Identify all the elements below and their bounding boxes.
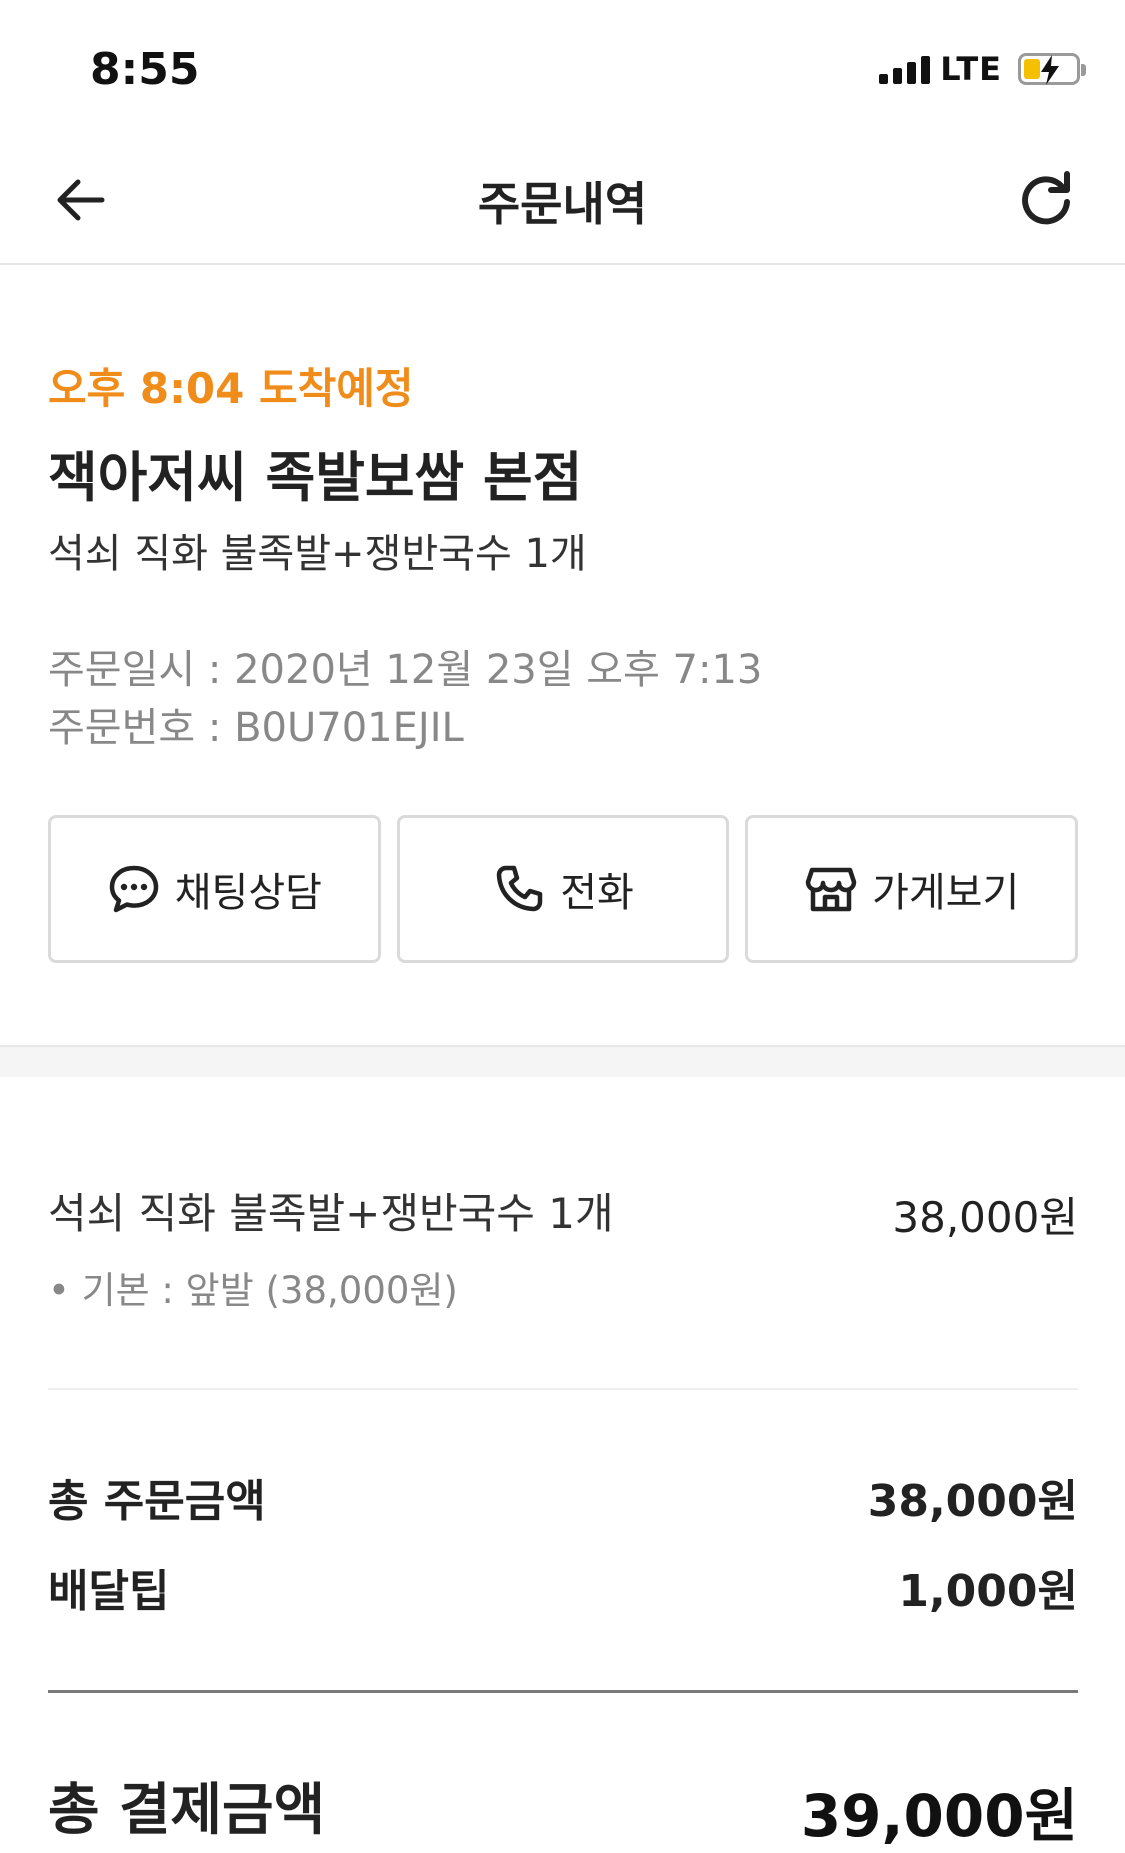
call-button[interactable]: 전화 [396, 815, 730, 963]
nav-bar: 주문내역 [0, 130, 1125, 265]
order-summary: 오후 8:04 도착예정 잭아저씨 족발보쌈 본점 석쇠 직화 불족발+쟁반국수… [48, 355, 1078, 757]
section-divider [0, 1045, 1125, 1077]
delivery-tip-label: 배달팁 [48, 1566, 170, 1617]
action-buttons: 채팅상담 전화 가게보기 [48, 815, 1079, 963]
order-amount-value: 38,000원 [867, 1476, 1078, 1527]
delivery-tip-value: 1,000원 [898, 1566, 1078, 1617]
order-meta: 주문일시 : 2020년 12월 23일 오후 7:13 주문번호 : B0U7… [48, 641, 1078, 757]
status-indicators: LTE [879, 50, 1086, 88]
item-price: 38,000원 [892, 1193, 1078, 1242]
store-name: 잭아저씨 족발보쌈 본점 [48, 446, 583, 509]
delivery-eta: 오후 8:04 도착예정 [48, 364, 414, 413]
order-datetime: 주문일시 : 2020년 12월 23일 오후 7:13 [48, 647, 763, 693]
phone-icon [496, 865, 543, 912]
chat-bubble-icon [109, 865, 158, 913]
total-payment-label: 총 결제금액 [48, 1778, 326, 1843]
total-payment-row: 총 결제금액 39,000원 [48, 1765, 1078, 1850]
view-store-button[interactable]: 가게보기 [745, 815, 1079, 963]
call-label: 전화 [560, 870, 634, 916]
total-divider [48, 1690, 1078, 1693]
signal-icon [879, 54, 931, 84]
store-icon [805, 867, 857, 912]
status-bar: 8:55 LTE [0, 0, 1125, 130]
view-store-label: 가게보기 [872, 870, 1020, 916]
item-divider [48, 1388, 1078, 1390]
item-option: • 기본 : 앞발 (38,000원) [48, 1269, 458, 1312]
chat-consult-button[interactable]: 채팅상담 [48, 815, 381, 963]
menu-summary: 석쇠 직화 불족발+쟁반국수 1개 [48, 531, 587, 577]
total-payment-value: 39,000원 [800, 1782, 1078, 1850]
item-name: 석쇠 직화 불족발+쟁반국수 1개 [48, 1189, 614, 1238]
status-time: 8:55 [90, 44, 200, 95]
page-title: 주문내역 [477, 177, 648, 231]
network-label: LTE [940, 50, 1002, 88]
order-item-row: 석쇠 직화 불족발+쟁반국수 1개 38,000원 [48, 1180, 1078, 1260]
refresh-button[interactable] [1015, 168, 1077, 230]
delivery-tip-row: 배달팁 1,000원 [48, 1555, 1078, 1617]
chat-consult-label: 채팅상담 [174, 870, 322, 916]
refresh-icon [1022, 171, 1070, 225]
battery-charging-icon [1018, 53, 1086, 85]
order-amount-row: 총 주문금액 38,000원 [48, 1465, 1078, 1527]
order-amount-label: 총 주문금액 [48, 1476, 266, 1527]
order-number: 주문번호 : B0U701EJIL [48, 705, 464, 751]
